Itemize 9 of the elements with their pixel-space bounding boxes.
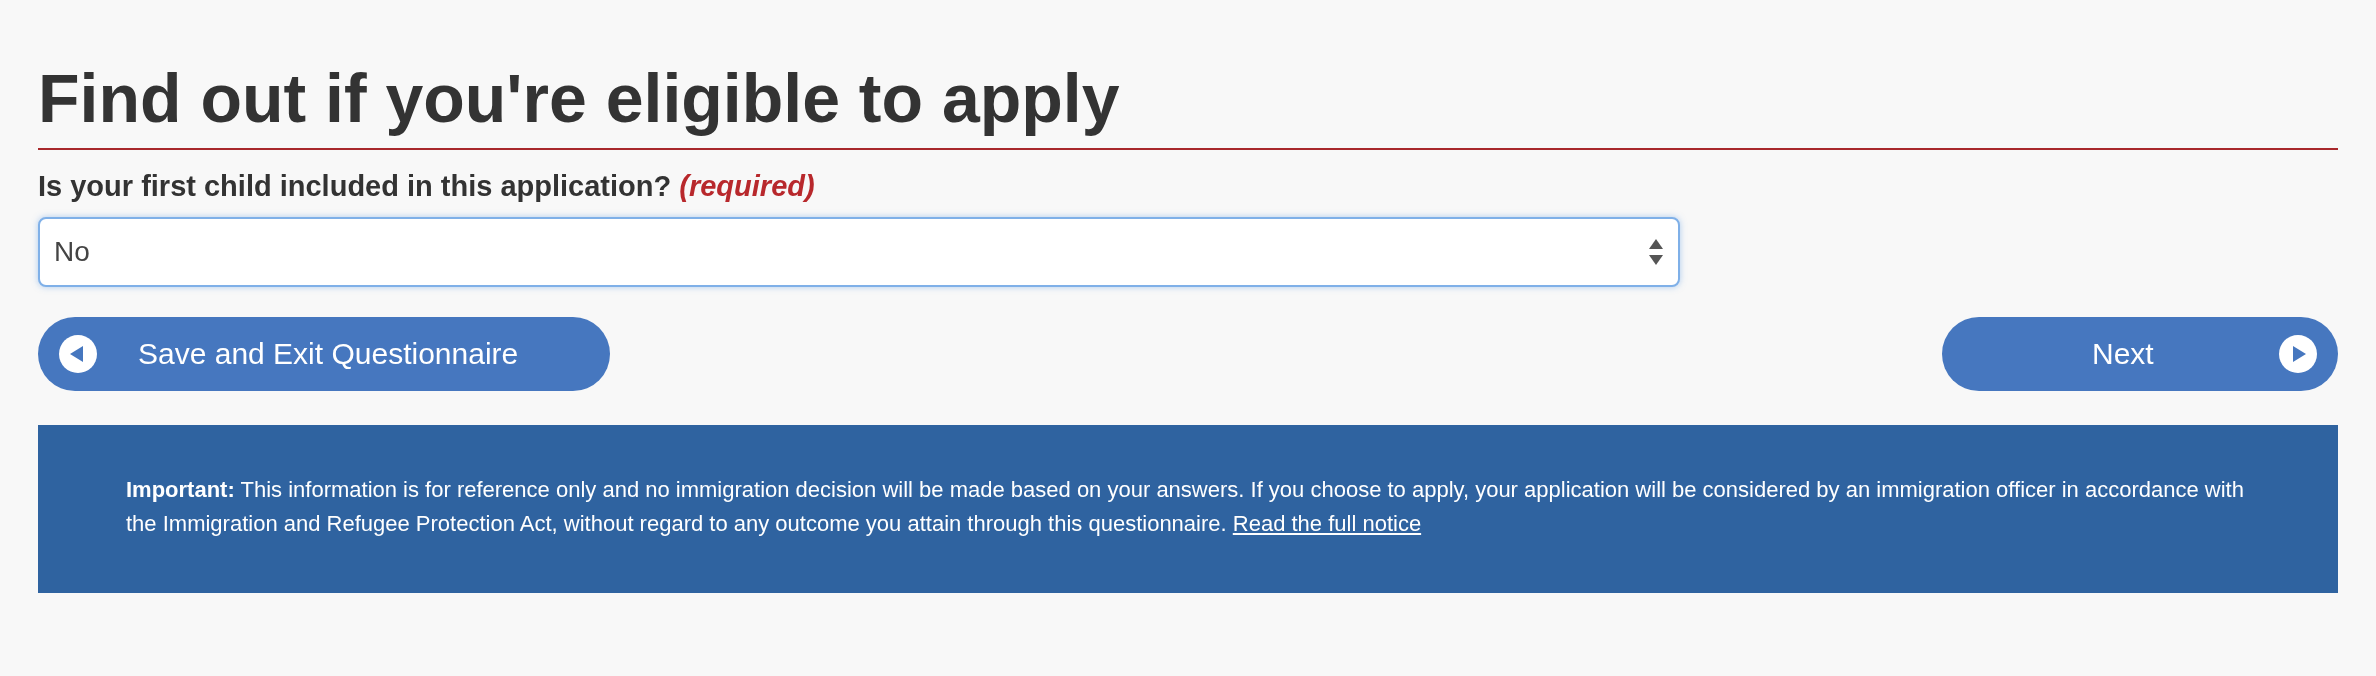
page-title: Find out if you're eligible to apply [38, 58, 2338, 150]
question-label: Is your first child included in this application? (required) [38, 169, 816, 203]
next-button[interactable]: Next [1942, 316, 2338, 391]
play-icon [2278, 333, 2318, 374]
save-exit-button[interactable]: Save and Exit Questionnaire [38, 316, 610, 391]
back-icon [58, 333, 98, 374]
answer-select[interactable]: No [38, 216, 1680, 287]
notice-text: Important: This information is for reference only and no immigration decision will be made based on your answers. If you choose to apply, your application will be considered by an immigration officer in accordance with the Immigration and Refugee Protection Act, without regard to any outcome you attain through this questionnaire. Read the full notice [126, 475, 2245, 538]
read-notice-link[interactable]: Read the full notice [1232, 510, 1422, 536]
